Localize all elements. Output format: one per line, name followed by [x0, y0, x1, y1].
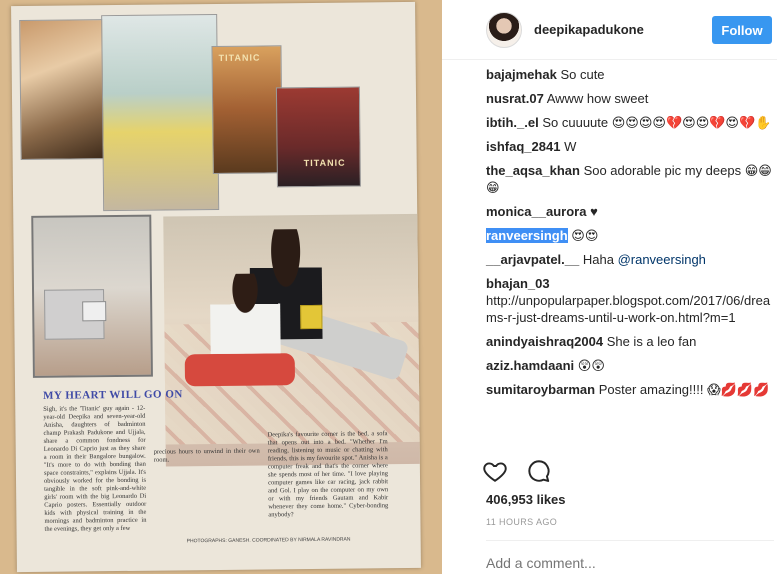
poster-titanic-2: TITANIC — [275, 86, 361, 188]
poster-text: TITANIC — [303, 157, 346, 169]
comment-username[interactable]: ishfaq_2841 — [486, 139, 560, 154]
comment-username-highlighted[interactable]: ranveersingh — [486, 228, 568, 243]
comment-username[interactable]: bhajan_03 — [486, 276, 550, 291]
comment-text: http://unpopularpaper.blogspot.com/2017/… — [486, 293, 771, 325]
heart-icon[interactable] — [482, 458, 508, 484]
comment: __arjavpatel.__ Haha @ranveersingh — [486, 251, 774, 268]
comment-username[interactable]: monica__aurora — [486, 204, 586, 219]
poster-titanic-1: TITANIC — [211, 45, 283, 175]
comments-list: bajajmehak So cute nusrat.07 Awww how sw… — [486, 66, 774, 405]
comment-username[interactable]: nusrat.07 — [486, 91, 544, 106]
comment-text: Poster amazing!!!! 😱💋💋💋 — [598, 382, 770, 397]
article-column: Deepika's favourite corner is the bed, a… — [267, 430, 389, 519]
post-header: deepikapadukone Follow — [442, 0, 777, 60]
comment: bhajan_03 http://unpopularpaper.blogspot… — [486, 275, 774, 326]
magazine-article: MY HEART WILL GO ON Sigh, it's the 'Tita… — [27, 386, 405, 570]
article-column: Sigh, it's the 'Titanic' guy again - 12-… — [43, 404, 147, 533]
post-timestamp[interactable]: 11 HOURS AGO — [486, 517, 557, 527]
figure-younger-girl — [209, 273, 281, 355]
inset-photo-computer-room — [31, 214, 153, 378]
comment: aziz.hamdaani 😲😲 — [486, 357, 774, 374]
comment: ranveersingh 😍😍 — [486, 227, 774, 244]
avatar[interactable] — [486, 12, 522, 48]
poster-leonardo-portrait — [19, 19, 107, 161]
divider — [486, 540, 774, 541]
comment-username[interactable]: bajajmehak — [486, 67, 557, 82]
poster-girl-yellow-dress — [101, 13, 220, 212]
comment: the_aqsa_khan Soo adorable pic my deeps … — [486, 162, 774, 196]
author-username[interactable]: deepikapadukone — [534, 22, 644, 37]
post-actions — [442, 446, 777, 486]
comment-username[interactable]: the_aqsa_khan — [486, 163, 580, 178]
post-photo[interactable]: TITANIC TITANIC MY HEART WILL GO ON Sigh… — [0, 0, 442, 574]
comment-mention-link[interactable]: @ranveersingh — [618, 252, 706, 267]
comment: nusrat.07 Awww how sweet — [486, 90, 774, 107]
poster-text: TITANIC — [218, 52, 261, 63]
article-title: MY HEART WILL GO ON — [43, 388, 183, 402]
comment-text: Haha — [582, 252, 614, 267]
post-sidebar: deepikapadukone Follow bajajmehak So cut… — [442, 0, 777, 574]
comment: sumitaroybarman Poster amazing!!!! 😱💋💋💋 — [486, 381, 774, 398]
comment-username[interactable]: sumitaroybarman — [486, 382, 595, 397]
comment-text: W — [564, 139, 577, 154]
figure-legs-red — [184, 353, 296, 387]
comment-text: So cute — [560, 67, 605, 82]
comment-text: She is a leo fan — [606, 334, 697, 349]
comment-username[interactable]: aziz.hamdaani — [486, 358, 574, 373]
comment-text: 😍😍 — [571, 228, 599, 243]
comment-username[interactable]: anindyaishraq2004 — [486, 334, 603, 349]
comment: bajajmehak So cute — [486, 66, 774, 83]
comment: ishfaq_2841 W — [486, 138, 774, 155]
follow-button[interactable]: Follow — [712, 16, 772, 44]
comment-text: Awww how sweet — [546, 91, 649, 106]
comment-username[interactable]: ibtih._.el — [486, 115, 539, 130]
magazine-page: TITANIC TITANIC MY HEART WILL GO ON Sigh… — [11, 1, 421, 573]
comment-text: 😲😲 — [577, 358, 605, 373]
monitor-shape — [82, 301, 107, 322]
comment-username[interactable]: __arjavpatel.__ — [486, 252, 579, 267]
comment: ibtih._.el So cuuuute 😍😍😍😍💔😍😍💔😍💔✋ — [486, 114, 774, 131]
likes-count[interactable]: 406,953 likes — [486, 492, 566, 507]
photo-credit: PHOTOGRAPHS: GANESH. COORDINATED BY NIRM… — [186, 536, 351, 545]
article-column: precious hours to unwind in their own ro… — [153, 447, 260, 464]
comment-text: So cuuuute 😍😍😍😍💔😍😍💔😍💔✋ — [542, 115, 772, 130]
comment: monica__aurora ♥ — [486, 203, 774, 220]
comment-text: ♥ — [590, 204, 598, 219]
comment-bubble-icon[interactable] — [526, 458, 552, 484]
yellow-toy — [300, 304, 323, 330]
add-comment-input[interactable] — [486, 553, 746, 573]
comment: anindyaishraq2004 She is a leo fan — [486, 333, 774, 350]
